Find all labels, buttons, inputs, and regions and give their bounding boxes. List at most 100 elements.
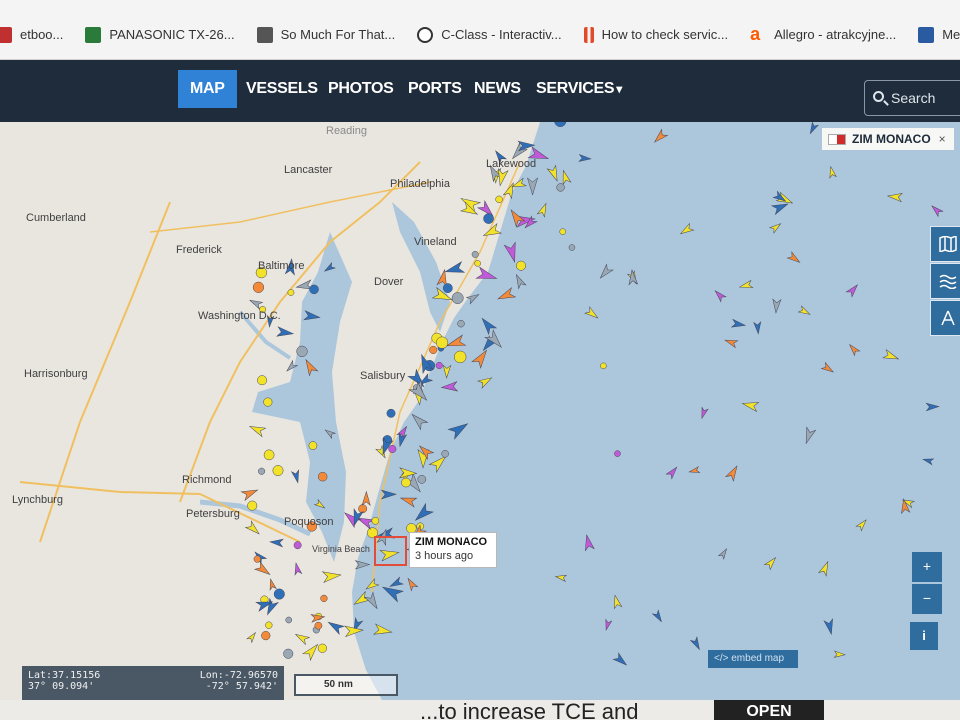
vessel-marker[interactable]	[546, 164, 561, 182]
anchored-vessel-dot[interactable]	[308, 441, 318, 450]
vessel-marker[interactable]	[882, 348, 900, 363]
anchored-vessel-dot[interactable]	[263, 397, 273, 407]
nav-ports[interactable]: PORTS	[408, 70, 462, 108]
vessel-marker[interactable]	[412, 502, 434, 525]
anchored-vessel-dot[interactable]	[252, 281, 265, 293]
vessel-marker[interactable]	[582, 534, 595, 552]
bookmark-7[interactable]: Mercedes Benz	[918, 26, 960, 43]
anchored-vessel-dot[interactable]	[435, 336, 449, 349]
vessel-marker[interactable]	[373, 623, 393, 637]
anchored-vessel-dot[interactable]	[247, 500, 258, 511]
nav-photos[interactable]: PHOTOS	[328, 70, 394, 108]
vessel-marker[interactable]	[786, 251, 802, 266]
vessel-marker[interactable]	[612, 652, 629, 668]
anchored-vessel-dot[interactable]	[257, 375, 268, 386]
vessel-marker[interactable]	[388, 576, 404, 590]
vessel-marker[interactable]	[713, 288, 727, 303]
anchored-vessel-dot[interactable]	[388, 445, 397, 453]
vessel-marker[interactable]	[399, 494, 418, 508]
anchored-vessel-dot[interactable]	[401, 477, 411, 488]
vessel-marker[interactable]	[699, 406, 709, 420]
anchored-vessel-dot[interactable]	[317, 643, 327, 653]
vessel-marker[interactable]	[526, 177, 539, 196]
vessel-marker[interactable]	[578, 154, 592, 163]
vessel-marker[interactable]	[651, 609, 665, 623]
nav-services[interactable]: SERVICES ▾	[536, 70, 622, 108]
anchored-vessel-dot[interactable]	[293, 541, 302, 550]
close-icon[interactable]: ×	[939, 132, 946, 146]
bookmark-6[interactable]: a Allegro - atrakcyjne...	[750, 25, 896, 43]
anchored-vessel-dot[interactable]	[559, 228, 566, 235]
vessel-marker[interactable]	[409, 411, 429, 431]
vessel-marker[interactable]	[559, 169, 572, 186]
anchored-vessel-dot[interactable]	[317, 471, 328, 482]
weather-button[interactable]	[930, 263, 960, 299]
bookmark-3[interactable]: So Much For That...	[256, 26, 395, 43]
measure-button[interactable]	[930, 300, 960, 336]
anchored-vessel-dot[interactable]	[435, 361, 443, 369]
anchored-vessel-dot[interactable]	[273, 588, 285, 600]
vessel-marker[interactable]	[628, 269, 639, 286]
vessel-marker[interactable]	[855, 518, 869, 532]
vessel-marker[interactable]	[688, 466, 701, 475]
anchored-vessel-dot[interactable]	[495, 195, 503, 204]
vessel-marker[interactable]	[768, 221, 783, 234]
bookmark-2[interactable]: PANASONIC TX-26...	[85, 26, 235, 43]
vessel-marker[interactable]	[724, 337, 739, 349]
anchored-vessel-dot[interactable]	[320, 594, 328, 602]
anchored-vessel-dot[interactable]	[474, 260, 481, 267]
info-button[interactable]: i	[910, 622, 938, 650]
embed-map-button[interactable]: </> embed map	[708, 650, 798, 668]
nav-news[interactable]: NEWS	[474, 70, 521, 108]
vessel-marker[interactable]	[886, 192, 903, 203]
vessel-marker[interactable]	[845, 282, 860, 298]
vessel-marker[interactable]	[738, 279, 754, 290]
vessel-marker[interactable]	[678, 222, 695, 238]
vessel-marker[interactable]	[471, 347, 491, 369]
vessel-marker[interactable]	[442, 364, 452, 379]
vessel-marker[interactable]	[925, 402, 940, 412]
vessel-marker[interactable]	[364, 577, 380, 592]
anchored-vessel-dot[interactable]	[516, 260, 526, 271]
vessel-marker[interactable]	[828, 165, 837, 179]
vessel-marker[interactable]	[772, 298, 782, 314]
anchored-vessel-dot[interactable]	[296, 345, 308, 357]
map-canvas[interactable]: Reading Lancaster Lakewood Philadelphia …	[0, 122, 960, 700]
anchored-vessel-dot[interactable]	[371, 516, 380, 525]
open-button[interactable]: OPEN	[714, 700, 824, 720]
anchored-vessel-dot[interactable]	[309, 284, 319, 295]
anchored-vessel-dot[interactable]	[429, 345, 438, 354]
anchored-vessel-dot[interactable]	[471, 250, 479, 258]
anchored-vessel-dot[interactable]	[285, 616, 293, 624]
anchored-vessel-dot[interactable]	[258, 467, 266, 475]
vessel-marker[interactable]	[823, 618, 836, 636]
zoom-in-button[interactable]: +	[912, 552, 942, 582]
vessel-marker[interactable]	[763, 555, 779, 571]
anchored-vessel-dot[interactable]	[253, 555, 261, 563]
vessel-marker[interactable]	[536, 202, 549, 218]
anchored-vessel-dot[interactable]	[483, 213, 494, 224]
vessel-marker[interactable]	[554, 573, 568, 582]
vessel-marker[interactable]	[724, 464, 741, 482]
vessel-marker[interactable]	[363, 591, 381, 611]
anchored-vessel-dot[interactable]	[457, 320, 465, 328]
vessel-marker[interactable]	[354, 560, 371, 570]
anchored-vessel-dot[interactable]	[556, 183, 565, 192]
vessel-marker[interactable]	[741, 399, 760, 413]
vessel-marker[interactable]	[730, 318, 747, 329]
anchored-vessel-dot[interactable]	[261, 631, 271, 641]
anchored-vessel-dot[interactable]	[287, 289, 295, 296]
vessel-marker[interactable]	[597, 263, 614, 281]
vessel-marker[interactable]	[717, 547, 730, 560]
anchored-vessel-dot[interactable]	[441, 450, 449, 458]
zoom-out-button[interactable]: −	[912, 584, 942, 614]
anchored-vessel-dot[interactable]	[283, 648, 294, 659]
anchored-vessel-dot[interactable]	[600, 362, 607, 370]
vessel-marker[interactable]	[833, 650, 846, 658]
anchored-vessel-dot[interactable]	[265, 621, 273, 629]
vessel-marker[interactable]	[847, 342, 861, 357]
search-input[interactable]: Search Ships	[864, 80, 960, 140]
anchored-vessel-dot[interactable]	[263, 449, 275, 461]
vessel-marker[interactable]	[797, 305, 811, 317]
vessel-popup[interactable]: ZIM MONACO 3 hours ago	[409, 532, 497, 568]
